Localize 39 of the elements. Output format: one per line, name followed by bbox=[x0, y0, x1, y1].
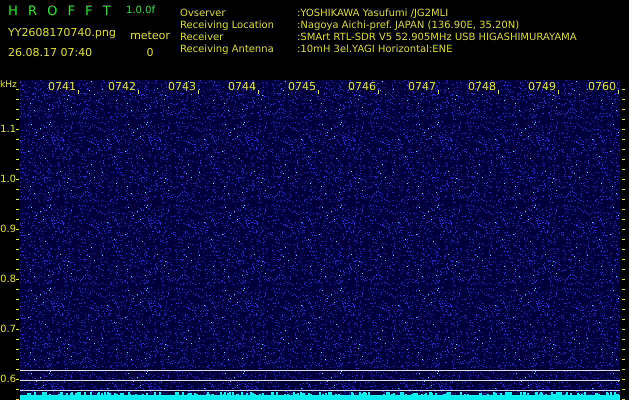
time-label: 0748 bbox=[468, 80, 496, 94]
info-label: Ovserver bbox=[180, 8, 226, 20]
time-label: 0745 bbox=[288, 80, 316, 94]
axis-label: 0.8 bbox=[0, 275, 16, 285]
time-tick bbox=[378, 90, 379, 94]
timestamp-label: 26.08.17 07:40 bbox=[8, 46, 92, 58]
time-label: 0747 bbox=[408, 80, 436, 94]
info-label: Receiver bbox=[180, 32, 224, 44]
time-tick bbox=[558, 90, 559, 94]
time-tick bbox=[198, 90, 199, 94]
info-label: Receiving Location bbox=[180, 20, 275, 32]
info-value: :10mH 3el.YAGI Horizontal:ENE bbox=[297, 44, 454, 56]
time-tick bbox=[258, 90, 259, 94]
counter-label: meteor bbox=[130, 29, 170, 42]
time-label: 0746 bbox=[348, 80, 376, 94]
axis-label: 0.9 bbox=[0, 225, 16, 235]
time-label: 0744 bbox=[228, 80, 256, 94]
time-tick bbox=[498, 90, 499, 94]
app-title: H R O F F T bbox=[8, 4, 114, 20]
time-label: 0742 bbox=[108, 80, 136, 94]
axis-label: 1.0 bbox=[0, 175, 16, 185]
time-tick bbox=[618, 90, 619, 94]
counter-value: 0 bbox=[146, 46, 154, 58]
unit-label: kHz bbox=[0, 80, 17, 90]
info-value: :SMArt RTL-SDR V5 52.905MHz USB HIGASHIMURAYAMA bbox=[297, 32, 577, 44]
time-label: 0743 bbox=[168, 80, 196, 94]
info-label: Receiving Antenna bbox=[180, 44, 275, 56]
axis-label: 1.1 bbox=[0, 125, 16, 135]
axis-label: 0.7 bbox=[0, 325, 16, 335]
filename-label: YY2608170740.png bbox=[8, 26, 116, 38]
time-tick bbox=[318, 90, 319, 94]
info-value: :Nagoya Aichi-pref. JAPAN (136.90E, 35.20N) bbox=[297, 20, 520, 32]
axis-label: 0.6 bbox=[0, 375, 16, 385]
info-value: :YOSHIKAWA Yasufumi /JG2MLI bbox=[297, 8, 450, 20]
time-tick bbox=[78, 90, 79, 94]
time-tick bbox=[438, 90, 439, 94]
time-tick bbox=[138, 90, 139, 94]
version-label: 1.0.0f bbox=[126, 5, 155, 16]
time-label: 0760 bbox=[588, 80, 616, 94]
